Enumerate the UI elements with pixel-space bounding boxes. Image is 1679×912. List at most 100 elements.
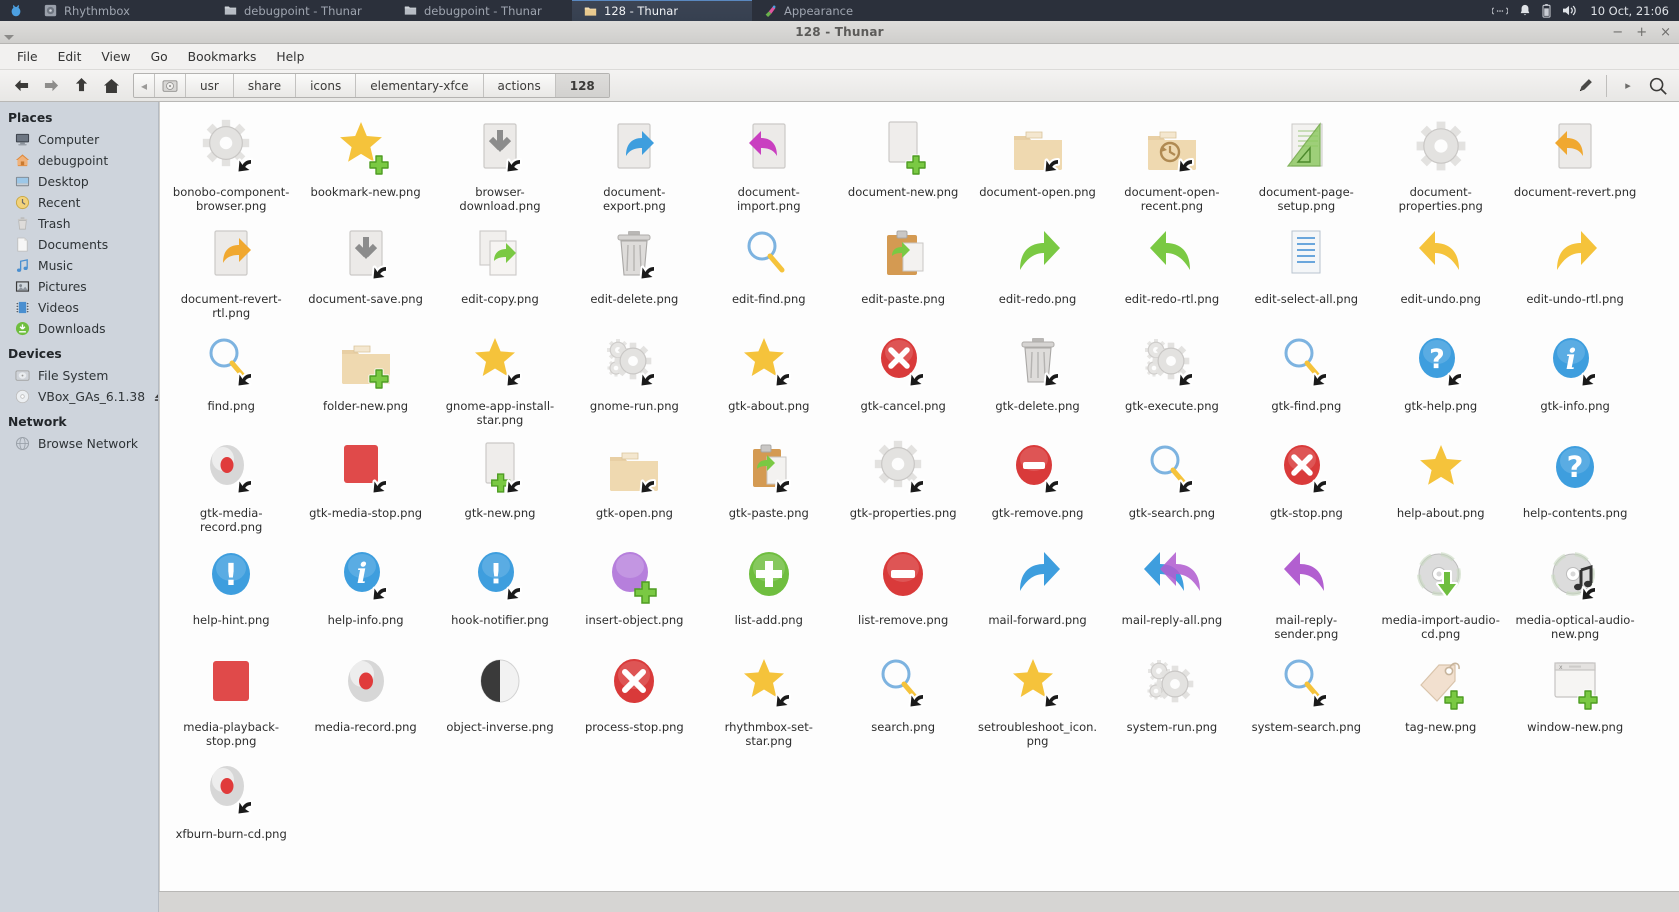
file-item[interactable]: find.png (164, 326, 298, 433)
file-item[interactable]: edit-find.png (702, 219, 836, 326)
file-item[interactable]: ?gtk-help.png (1374, 326, 1508, 433)
file-item[interactable]: list-add.png (702, 540, 836, 647)
file-item[interactable]: bookmark-new.png (298, 112, 432, 219)
file-item[interactable]: gtk-new.png (433, 433, 567, 540)
menu-bookmarks[interactable]: Bookmarks (179, 47, 266, 67)
sidebar-item-computer[interactable]: Computer (0, 129, 158, 150)
file-item[interactable]: help-about.png (1374, 433, 1508, 540)
file-item[interactable]: tag-new.png (1374, 647, 1508, 754)
file-item[interactable]: edit-redo.png (970, 219, 1104, 326)
file-item[interactable]: edit-select-all.png (1239, 219, 1373, 326)
menu-edit[interactable]: Edit (49, 47, 91, 67)
notification-bell-icon[interactable] (1519, 4, 1531, 17)
file-item[interactable]: ihelp-info.png (298, 540, 432, 647)
file-item[interactable]: media-import-audio-cd.png (1374, 540, 1508, 647)
file-item[interactable]: igtk-info.png (1508, 326, 1642, 433)
taskbar-task-rhythmbox[interactable]: Rhythmbox (32, 0, 212, 21)
file-item[interactable]: media-playback-stop.png (164, 647, 298, 754)
sidebar-item-desktop[interactable]: Desktop (0, 171, 158, 192)
file-item[interactable]: gtk-about.png (702, 326, 836, 433)
file-item[interactable]: search.png (836, 647, 970, 754)
close-button[interactable]: × (1660, 26, 1671, 39)
pathbar-prev-button[interactable]: ◂ (134, 74, 155, 97)
home-icon[interactable] (96, 73, 126, 99)
menu-view[interactable]: View (92, 47, 139, 67)
file-item[interactable]: insert-object.png (567, 540, 701, 647)
file-item[interactable]: process-stop.png (567, 647, 701, 754)
sidebar-item-downloads[interactable]: Downloads (0, 318, 158, 339)
menu-help[interactable]: Help (267, 47, 313, 67)
file-item[interactable]: media-optical-audio-new.png (1508, 540, 1642, 647)
file-item[interactable]: system-run.png (1105, 647, 1239, 754)
file-item[interactable]: !hook-notifier.png (433, 540, 567, 647)
file-item[interactable]: document-save.png (298, 219, 432, 326)
file-item[interactable]: document-page-setup.png (1239, 112, 1373, 219)
pencil-icon[interactable] (1570, 73, 1600, 99)
file-item[interactable]: xwindow-new.png (1508, 647, 1642, 754)
file-item[interactable]: gtk-delete.png (970, 326, 1104, 433)
file-item[interactable]: document-import.png (702, 112, 836, 219)
xfce-mouse-icon[interactable] (0, 0, 32, 21)
file-item[interactable]: gtk-media-stop.png (298, 433, 432, 540)
file-icon-view[interactable]: bonobo-component-browser.pngbookmark-new… (159, 102, 1679, 891)
file-item[interactable]: rhythmbox-set-star.png (702, 647, 836, 754)
window-titlebar[interactable]: 128 - Thunar − + × (0, 21, 1679, 44)
file-item[interactable]: xfburn-burn-cd.png (164, 754, 298, 848)
file-item[interactable]: mail-forward.png (970, 540, 1104, 647)
file-item[interactable]: gtk-stop.png (1239, 433, 1373, 540)
file-item[interactable]: ?help-contents.png (1508, 433, 1642, 540)
file-item[interactable]: setroubleshoot_icon.png (970, 647, 1104, 754)
file-item[interactable]: gtk-find.png (1239, 326, 1373, 433)
taskbar-task-appearance[interactable]: Appearance (752, 0, 932, 21)
file-item[interactable]: gtk-search.png (1105, 433, 1239, 540)
file-item[interactable]: edit-undo-rtl.png (1508, 219, 1642, 326)
file-item[interactable]: document-revert-rtl.png (164, 219, 298, 326)
file-item[interactable]: browser-download.png (433, 112, 567, 219)
file-item[interactable]: gtk-media-record.png (164, 433, 298, 540)
file-item[interactable]: gtk-paste.png (702, 433, 836, 540)
minimize-button[interactable]: − (1612, 26, 1623, 39)
up-icon[interactable] (66, 73, 96, 99)
breadcrumb-elementary-xfce[interactable]: elementary-xfce (356, 74, 483, 97)
file-item[interactable]: gtk-cancel.png (836, 326, 970, 433)
file-item[interactable]: document-open-recent.png (1105, 112, 1239, 219)
file-item[interactable]: gtk-properties.png (836, 433, 970, 540)
sidebar-item-file-system[interactable]: File System (0, 365, 158, 386)
file-item[interactable]: edit-redo-rtl.png (1105, 219, 1239, 326)
sidebar-item-debugpoint[interactable]: debugpoint (0, 150, 158, 171)
menu-go[interactable]: Go (142, 47, 177, 67)
back-icon[interactable] (6, 73, 36, 99)
file-item[interactable]: document-export.png (567, 112, 701, 219)
file-item[interactable]: list-remove.png (836, 540, 970, 647)
file-item[interactable]: document-properties.png (1374, 112, 1508, 219)
file-item[interactable]: folder-new.png (298, 326, 432, 433)
menu-file[interactable]: File (8, 47, 47, 67)
search-icon[interactable] (1643, 73, 1673, 99)
sidebar-item-trash[interactable]: Trash (0, 213, 158, 234)
file-item[interactable]: mail-reply-all.png (1105, 540, 1239, 647)
file-item[interactable]: gtk-execute.png (1105, 326, 1239, 433)
maximize-button[interactable]: + (1636, 26, 1647, 39)
file-item[interactable]: gnome-run.png (567, 326, 701, 433)
file-item[interactable]: media-record.png (298, 647, 432, 754)
volume-icon[interactable] (1562, 4, 1577, 17)
sidebar-item-vbox-gas[interactable]: VBox_GAs_6.1.38 (0, 386, 158, 407)
breadcrumb-usr[interactable]: usr (186, 74, 234, 97)
sidebar-item-videos[interactable]: Videos (0, 297, 158, 318)
taskbar-task-thunar-active[interactable]: 128 - Thunar (572, 0, 752, 21)
chevron-right-icon[interactable]: ▸ (1613, 73, 1643, 99)
clock[interactable]: 10 Oct, 21:06 (1588, 4, 1669, 18)
file-item[interactable]: object-inverse.png (433, 647, 567, 754)
battery-icon[interactable] (1542, 4, 1551, 18)
forward-icon[interactable] (36, 73, 66, 99)
file-item[interactable]: system-search.png (1239, 647, 1373, 754)
file-item[interactable]: mail-reply-sender.png (1239, 540, 1373, 647)
file-item[interactable]: edit-paste.png (836, 219, 970, 326)
breadcrumb-share[interactable]: share (234, 74, 296, 97)
menu-collapse-arrow-icon[interactable] (4, 35, 14, 40)
file-item[interactable]: !help-hint.png (164, 540, 298, 647)
breadcrumb-actions[interactable]: actions (484, 74, 556, 97)
drive-icon[interactable] (155, 74, 186, 97)
taskbar-task-thunar-2[interactable]: debugpoint - Thunar (392, 0, 572, 21)
file-item[interactable]: gtk-remove.png (970, 433, 1104, 540)
